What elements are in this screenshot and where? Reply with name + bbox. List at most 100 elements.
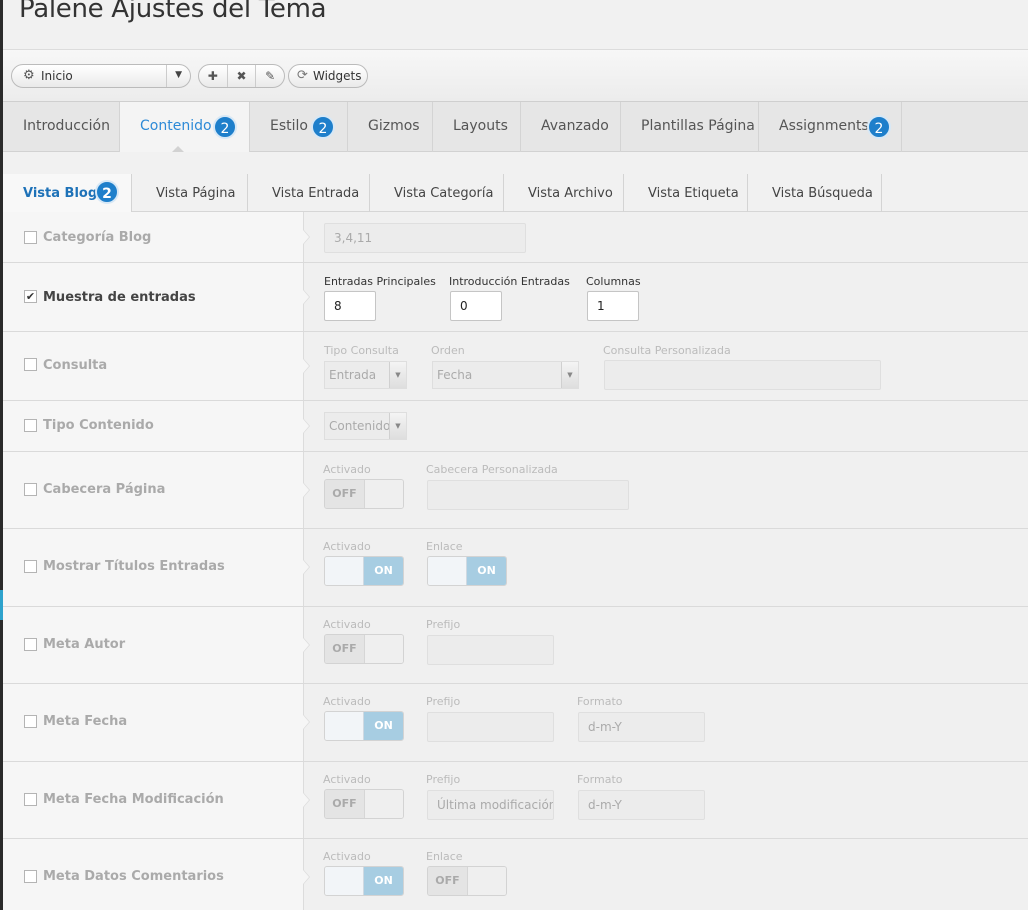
tab-label: Vista Etiqueta <box>648 186 739 201</box>
toggle-knob <box>325 867 364 895</box>
meta-fecha-checkbox[interactable] <box>24 715 37 728</box>
orden-label: Orden <box>431 344 465 357</box>
consulta-personalizada-input[interactable] <box>604 360 881 390</box>
columnas-input[interactable]: 1 <box>587 291 639 321</box>
meta-autor-toggle[interactable]: OFF <box>324 634 404 664</box>
subtab-vista-blog[interactable]: Vista Blog 2 <box>3 174 132 212</box>
prefijo-label: Prefijo <box>426 773 461 786</box>
meta-fecha-prefijo-input[interactable] <box>427 712 554 742</box>
meta-autor-prefijo-input[interactable] <box>427 635 554 665</box>
subtab-vista-busqueda[interactable]: Vista Búsqueda <box>748 174 882 212</box>
entradas-principales-input[interactable]: 8 <box>324 291 376 321</box>
meta-fecha-mod-toggle[interactable]: OFF <box>324 789 404 819</box>
outline-select-caret-box: ▼ <box>166 65 190 87</box>
row-categoria-blog: Categoría Blog 3,4,11 <box>3 212 1028 263</box>
row-label: Consulta <box>43 358 108 373</box>
tipo-consulta-select[interactable]: Entrada ▼ <box>324 361 407 389</box>
meta-fecha-mod-formato-input[interactable]: d-m-Y <box>578 790 705 820</box>
categoria-blog-checkbox[interactable] <box>24 231 37 244</box>
categoria-blog-input[interactable]: 3,4,11 <box>324 223 526 253</box>
tipo-consulta-label: Tipo Consulta <box>324 344 399 357</box>
tipo-contenido-checkbox[interactable] <box>24 419 37 432</box>
caret-down-icon: ▼ <box>389 413 406 439</box>
prefijo-label: Prefijo <box>426 618 461 631</box>
subtab-vista-categoria[interactable]: Vista Categoría <box>370 174 504 212</box>
tab-plantillas-pagina[interactable]: Plantillas Página <box>621 102 759 152</box>
meta-fecha-mod-checkbox[interactable] <box>24 793 37 806</box>
gear-icon: ⚙ <box>23 68 35 83</box>
tab-avanzado[interactable]: Avanzado <box>521 102 621 152</box>
sub-tabs: Vista Blog 2 Vista Página Vista Entrada … <box>3 152 1028 212</box>
delete-outline-button[interactable]: ✖ <box>226 65 256 87</box>
meta-fecha-toggle[interactable]: ON <box>324 711 404 741</box>
meta-fecha-mod-prefijo-input[interactable]: Última modificación <box>427 790 554 820</box>
subtab-vista-entrada[interactable]: Vista Entrada <box>248 174 370 212</box>
row-label: Categoría Blog <box>43 230 152 245</box>
consulta-personalizada-label: Consulta Personalizada <box>603 344 731 357</box>
main-tabs: Introducción Contenido 2 Estilo 2 Gizmos… <box>3 102 1028 153</box>
tab-layouts[interactable]: Layouts <box>433 102 521 152</box>
cabecera-personalizada-input[interactable] <box>427 480 629 510</box>
tipo-contenido-select[interactable]: Contenido ▼ <box>324 412 407 440</box>
subtab-vista-etiqueta[interactable]: Vista Etiqueta <box>624 174 748 212</box>
tab-assignments[interactable]: Assignments 2 <box>759 102 902 152</box>
widgets-button[interactable]: ⟳ Widgets <box>288 64 368 88</box>
mostrar-titulos-toggle[interactable]: ON <box>324 556 404 586</box>
columnas-label: Columnas <box>586 275 641 288</box>
muestra-entradas-checkbox[interactable]: ✔ <box>24 290 37 303</box>
sub-tab-row: Vista Blog 2 Vista Página Vista Entrada … <box>3 174 1028 212</box>
tab-estilo[interactable]: Estilo 2 <box>250 102 348 152</box>
row-pointer <box>303 869 311 885</box>
tab-label: Vista Entrada <box>272 186 360 201</box>
subtab-vista-archivo[interactable]: Vista Archivo <box>504 174 624 212</box>
row-label: Meta Datos Comentarios <box>43 869 224 884</box>
row-pointer <box>303 559 311 575</box>
formato-label: Formato <box>577 695 623 708</box>
enlace-label: Enlace <box>426 850 463 863</box>
caret-down-icon: ▼ <box>561 362 578 388</box>
meta-comentarios-checkbox[interactable] <box>24 870 37 883</box>
row-label: Meta Fecha <box>43 714 128 729</box>
caret-down-icon: ▼ <box>389 362 406 388</box>
cabecera-pagina-checkbox[interactable] <box>24 483 37 496</box>
meta-comentarios-toggle[interactable]: ON <box>324 866 404 896</box>
tab-label: Plantillas Página <box>641 118 755 134</box>
refresh-icon: ⟳ <box>297 68 308 83</box>
cabecera-personalizada-label: Cabecera Personalizada <box>426 463 558 476</box>
row-pointer <box>303 792 311 808</box>
outline-select[interactable]: ⚙ Inicio ▼ <box>11 64 191 88</box>
outline-actions: ✚ ✖ ✎ <box>198 64 285 88</box>
title-bar: Palene Ajustes del Tema <box>3 0 1028 50</box>
row-label: Tipo Contenido <box>43 418 154 433</box>
row-meta-fecha-modificacion: Meta Fecha Modificación Activado OFF Pre… <box>3 762 1028 839</box>
activado-label: Activado <box>323 540 371 553</box>
mostrar-titulos-checkbox[interactable] <box>24 560 37 573</box>
tab-label: Gizmos <box>368 118 420 134</box>
row-label: Mostrar Títulos Entradas <box>43 559 225 574</box>
cabecera-pagina-toggle[interactable]: OFF <box>324 479 404 509</box>
consulta-checkbox[interactable] <box>24 358 37 371</box>
add-outline-button[interactable]: ✚ <box>199 65 227 87</box>
meta-comentarios-enlace-toggle[interactable]: OFF <box>427 866 507 896</box>
toggle-state: ON <box>364 712 403 740</box>
tab-introduccion[interactable]: Introducción <box>3 102 120 152</box>
tab-label: Contenido <box>140 118 212 134</box>
introduccion-entradas-input[interactable]: 0 <box>450 291 502 321</box>
meta-autor-checkbox[interactable] <box>24 638 37 651</box>
meta-fecha-formato-input[interactable]: d-m-Y <box>578 712 705 742</box>
tab-gizmos[interactable]: Gizmos <box>348 102 433 152</box>
edit-outline-button[interactable]: ✎ <box>255 65 284 87</box>
titulos-enlace-toggle[interactable]: ON <box>427 556 507 586</box>
tab-badge: 2 <box>867 115 891 139</box>
tab-label: Assignments <box>779 118 869 134</box>
orden-select[interactable]: Fecha ▼ <box>432 361 579 389</box>
row-consulta: Consulta Tipo Consulta Entrada ▼ Orden F… <box>3 332 1028 401</box>
tab-label: Introducción <box>23 118 110 134</box>
tab-contenido[interactable]: Contenido 2 <box>120 102 250 153</box>
row-meta-datos-comentarios: Meta Datos Comentarios Activado ON Enlac… <box>3 839 1028 910</box>
toggle-knob <box>364 480 403 508</box>
subtab-vista-pagina[interactable]: Vista Página <box>132 174 248 212</box>
select-value: Entrada <box>329 368 377 382</box>
entradas-principales-label: Entradas Principales <box>324 275 436 288</box>
select-value: Contenido <box>329 419 391 433</box>
